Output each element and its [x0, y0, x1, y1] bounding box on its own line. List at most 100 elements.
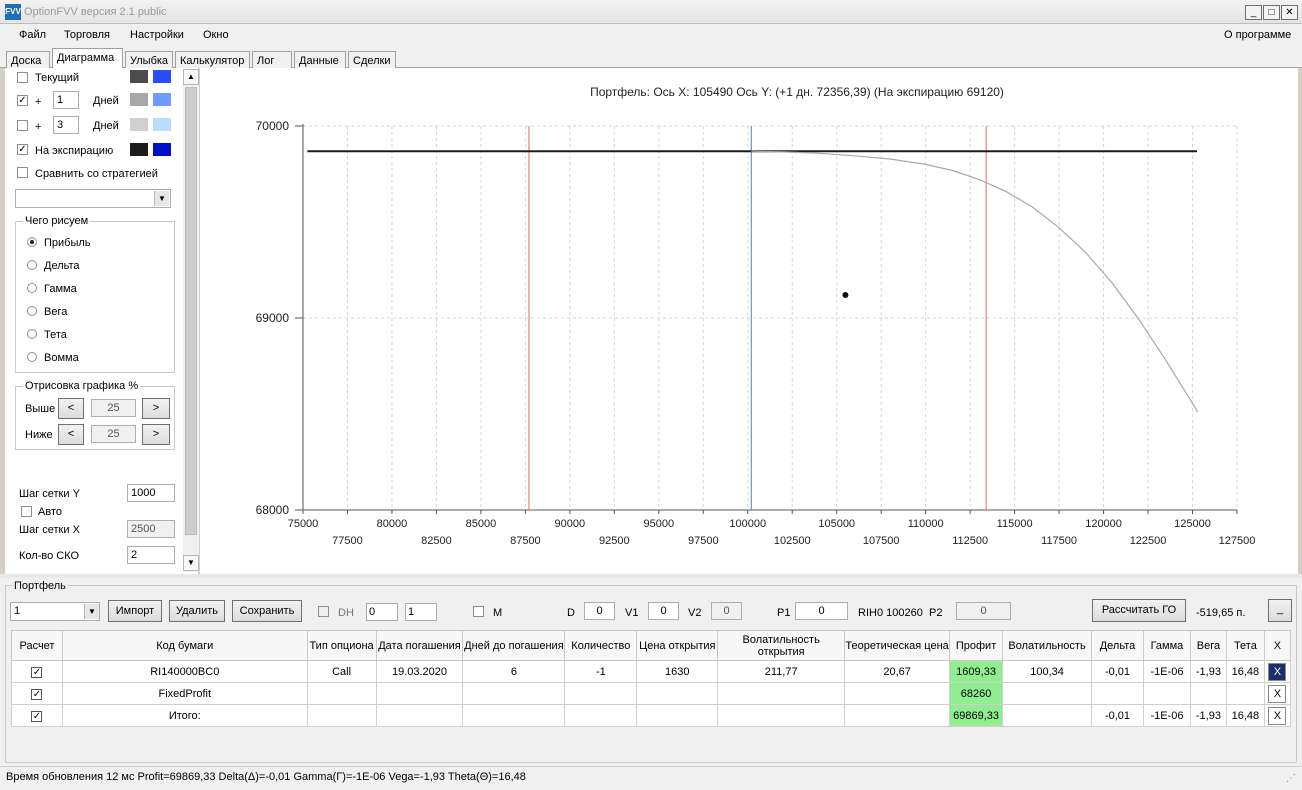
- radio-gamma[interactable]: [27, 283, 37, 293]
- row-delete-button[interactable]: X: [1268, 662, 1287, 681]
- cell-open-vol[interactable]: 211,77: [717, 660, 846, 683]
- expiry-color-swatch-2[interactable]: [153, 143, 171, 156]
- chevron-down-icon[interactable]: ▼: [154, 191, 169, 206]
- tab-calculator[interactable]: Калькулятор: [175, 51, 250, 68]
- table-row[interactable]: ✓ Итого: 69869,33 -0,01 -1E-06 -1,93 16,48 X: [11, 704, 1292, 727]
- days2-color-swatch-2[interactable]: [153, 118, 171, 131]
- cell-profit[interactable]: 1609,33: [949, 660, 1004, 683]
- cell-code[interactable]: Итого:: [61, 704, 308, 727]
- p2-input[interactable]: 0: [956, 602, 1011, 620]
- below-increase-button[interactable]: >: [142, 424, 170, 445]
- maximize-window-button[interactable]: □: [1263, 5, 1280, 20]
- cell-vega[interactable]: -1,93: [1189, 660, 1227, 683]
- tab-deals[interactable]: Сделки: [348, 51, 396, 68]
- save-button[interactable]: Сохранить: [232, 600, 302, 622]
- m-checkbox[interactable]: [473, 606, 484, 617]
- cell-theor[interactable]: 20,67: [844, 660, 951, 683]
- row-calc-checkbox[interactable]: ✓: [11, 660, 63, 683]
- col-delta[interactable]: Дельта: [1091, 630, 1144, 661]
- row-calc-checkbox[interactable]: ✓: [11, 704, 63, 727]
- current-color-swatch-2[interactable]: [153, 70, 171, 83]
- col-theta[interactable]: Тета: [1225, 630, 1265, 661]
- col-days[interactable]: Дней до погашения: [462, 630, 566, 661]
- dh-stepper-1[interactable]: 0: [366, 603, 398, 621]
- col-x[interactable]: X: [1263, 630, 1292, 661]
- col-gamma[interactable]: Гамма: [1142, 630, 1191, 661]
- col-calc[interactable]: Расчет: [11, 630, 63, 661]
- minimize-window-button[interactable]: _: [1245, 5, 1262, 20]
- cell-days[interactable]: [462, 682, 566, 705]
- menu-settings[interactable]: Настройки: [130, 29, 184, 41]
- expiry-checkbox[interactable]: ✓: [17, 144, 28, 155]
- cell-open-price[interactable]: [636, 682, 719, 705]
- table-row[interactable]: ✓ RI140000BC0 Call 19.03.2020 6 -1 1630 211,77 2…: [11, 660, 1292, 683]
- grid-y-input[interactable]: 1000: [127, 484, 175, 502]
- col-profit[interactable]: Профит: [949, 630, 1004, 661]
- days2-input[interactable]: 3: [53, 116, 79, 134]
- cell-theta[interactable]: [1225, 682, 1265, 705]
- cell-theta[interactable]: 16,48: [1225, 704, 1265, 727]
- row-calc-checkbox[interactable]: ✓: [11, 682, 63, 705]
- close-window-button[interactable]: ✕: [1281, 5, 1298, 20]
- minimize-portfolio-button[interactable]: _: [1268, 599, 1292, 622]
- strategy-select[interactable]: [15, 189, 171, 208]
- scroll-down-arrow-icon[interactable]: ▼: [183, 555, 199, 571]
- col-open-vol[interactable]: Волатильность открытия: [717, 630, 846, 661]
- days2-checkbox[interactable]: [17, 120, 28, 131]
- cell-code[interactable]: FixedProfit: [61, 682, 308, 705]
- current-checkbox[interactable]: [17, 72, 28, 83]
- dh-checkbox[interactable]: [318, 606, 329, 617]
- v2-input[interactable]: 0: [711, 602, 742, 620]
- cell-theor[interactable]: [844, 704, 951, 727]
- table-row[interactable]: ✓ FixedProfit 68260 X: [11, 682, 1292, 705]
- d-input[interactable]: 0: [584, 602, 615, 620]
- above-increase-button[interactable]: >: [142, 398, 170, 419]
- row-delete-button[interactable]: X: [1268, 684, 1287, 703]
- settings-scrollbar[interactable]: ▲ ▼: [183, 69, 199, 572]
- menu-trade[interactable]: Торговля: [64, 29, 110, 41]
- cell-open-price[interactable]: [636, 704, 719, 727]
- row-delete-button[interactable]: X: [1268, 706, 1287, 725]
- calculate-go-button[interactable]: Рассчитать ГО: [1092, 599, 1186, 622]
- cell-type[interactable]: Call: [306, 660, 377, 683]
- cell-code[interactable]: RI140000BC0: [61, 660, 308, 683]
- scroll-thumb[interactable]: [185, 87, 197, 535]
- tab-smile[interactable]: Улыбка: [125, 51, 173, 68]
- col-vol[interactable]: Волатильность: [1002, 630, 1093, 661]
- col-open-price[interactable]: Цена открытия: [636, 630, 719, 661]
- col-date[interactable]: Дата погашения: [375, 630, 464, 661]
- col-qty[interactable]: Количество: [564, 630, 638, 661]
- cell-delta[interactable]: -0,01: [1091, 704, 1144, 727]
- current-color-swatch-1[interactable]: [130, 70, 148, 83]
- cell-qty[interactable]: -1: [564, 660, 638, 683]
- cell-gamma[interactable]: [1142, 682, 1191, 705]
- above-value[interactable]: 25: [91, 399, 136, 417]
- cell-gamma[interactable]: -1E-06: [1142, 660, 1191, 683]
- v1-input[interactable]: 0: [648, 602, 679, 620]
- below-value[interactable]: 25: [91, 425, 136, 443]
- tab-log[interactable]: Лог: [252, 51, 292, 68]
- cell-type[interactable]: [306, 682, 377, 705]
- radio-theta[interactable]: [27, 329, 37, 339]
- cell-vol[interactable]: [1002, 704, 1093, 727]
- cell-qty[interactable]: [564, 682, 638, 705]
- days1-checkbox[interactable]: ✓: [17, 95, 28, 106]
- cell-days[interactable]: 6: [462, 660, 566, 683]
- days1-color-swatch-1[interactable]: [130, 93, 148, 106]
- cell-delta[interactable]: [1091, 682, 1144, 705]
- delete-button[interactable]: Удалить: [169, 600, 225, 622]
- cell-profit[interactable]: 69869,33: [949, 704, 1004, 727]
- cell-profit[interactable]: 68260: [949, 682, 1004, 705]
- cell-open-vol[interactable]: [717, 682, 846, 705]
- col-type[interactable]: Тип опциона: [306, 630, 377, 661]
- menu-about[interactable]: О программе: [1224, 29, 1291, 41]
- days1-input[interactable]: 1: [53, 91, 79, 109]
- sko-input[interactable]: 2: [127, 546, 175, 564]
- cell-open-vol[interactable]: [717, 704, 846, 727]
- menu-window[interactable]: Окно: [203, 29, 229, 41]
- radio-vomma[interactable]: [27, 352, 37, 362]
- col-theor[interactable]: Теоретическая цена: [844, 630, 951, 661]
- compare-checkbox[interactable]: [17, 167, 28, 178]
- p1-input[interactable]: 0: [795, 602, 848, 620]
- radio-profit[interactable]: [27, 237, 37, 247]
